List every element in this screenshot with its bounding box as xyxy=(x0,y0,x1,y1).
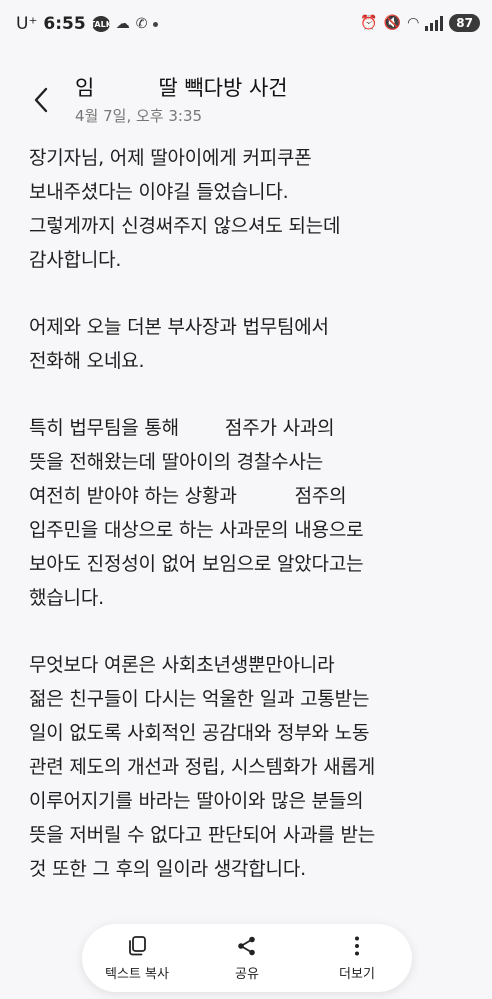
signal-icon xyxy=(425,15,444,31)
paragraph-1: 장기자님, 어제 딸아이에게 커피쿠폰 보내주셨다는 이야길 들었습니다. 그렇… xyxy=(29,141,469,277)
cloud-icon: ☁ xyxy=(115,16,130,32)
status-right: ⏰ 🔇 ◠ 87 xyxy=(360,14,480,32)
copy-text-button[interactable]: 텍스트 복사 xyxy=(87,935,187,982)
title-end: 딸 빽다방 사건 xyxy=(158,76,288,100)
text-line: 감사합니다. xyxy=(29,249,122,271)
text-line: 젊은 친구들이 다시는 억울한 일과 고통받는 xyxy=(29,688,370,710)
copy-text-label: 텍스트 복사 xyxy=(105,966,169,982)
paragraph-3: 특히 법무팀을 통해 점주가 사과의 뜻을 전해왔는데 딸아이의 경찰수사는 여전… xyxy=(29,411,469,615)
status-left: U⁺ 6:55 TALK ☁ ✆ xyxy=(16,14,159,34)
redacted-area xyxy=(94,78,158,100)
text-line: 전화해 오네요. xyxy=(29,350,145,372)
status-time: 6:55 xyxy=(43,14,86,34)
more-label: 더보기 xyxy=(339,966,375,982)
wifi-icon: ◠ xyxy=(407,15,420,31)
paragraph-4: 무엇보다 여론은 사회초년생뿐만아니라 젊은 친구들이 다시는 억울한 일과 고… xyxy=(29,648,469,886)
title-start: 임 xyxy=(75,76,95,100)
text-line: 보아도 진정성이 없어 보임으로 알았다고는 xyxy=(29,553,364,575)
share-icon xyxy=(238,936,255,955)
text-line: 무엇보다 여론은 사회초년생뿐만아니라 xyxy=(29,654,335,676)
text-segment: 여전히 받아야 하는 상황과 xyxy=(29,485,237,507)
text-line: 특히 법무팀을 통해 점주가 사과의 xyxy=(29,411,469,445)
more-vertical-icon xyxy=(355,936,359,955)
copy-icon xyxy=(129,935,146,955)
page-title: 임 딸 빽다방 사건 xyxy=(75,72,288,102)
chevron-left-icon xyxy=(34,87,48,113)
text-segment: 점주의 xyxy=(294,485,347,507)
note-header: 임 딸 빽다방 사건 4월 7일, 오후 3:35 xyxy=(0,56,492,136)
battery-badge: 87 xyxy=(449,14,480,32)
text-line: 그렇게까지 신경써주지 않으셔도 되는데 xyxy=(29,215,341,237)
mute-icon: 🔇 xyxy=(383,15,402,31)
text-line: 일이 없도록 사회적인 공감대와 정부와 노동 xyxy=(29,722,370,744)
status-bar: U⁺ 6:55 TALK ☁ ✆ ⏰ 🔇 ◠ 87 xyxy=(0,0,492,56)
share-button[interactable]: 공유 xyxy=(197,935,297,982)
text-line: 이루어지기를 바라는 딸아이와 많은 분들의 xyxy=(29,790,364,812)
bottom-toolbar: 텍스트 복사 공유 더보기 xyxy=(82,924,412,992)
share-label: 공유 xyxy=(235,966,259,982)
text-line: 여전히 받아야 하는 상황과 점주의 xyxy=(29,479,469,513)
paragraph-2: 어제와 오늘 더본 부사장과 법무팀에서 전화해 오네요. xyxy=(29,310,469,378)
alarm-icon: ⏰ xyxy=(360,15,378,31)
text-line: 관련 제도의 개선과 정립, 시스템화가 새롭게 xyxy=(29,756,376,778)
text-segment: 점주가 사과의 xyxy=(224,417,335,439)
carrier-label: U⁺ xyxy=(16,14,38,34)
timestamp: 4월 7일, 오후 3:35 xyxy=(75,107,203,125)
phone-icon: ✆ xyxy=(135,16,148,32)
kakaotalk-icon: TALK xyxy=(90,16,112,32)
text-line: 뜻을 전해왔는데 딸아이의 경찰수사는 xyxy=(29,451,323,473)
more-button[interactable]: 더보기 xyxy=(307,935,407,982)
text-line: 것 또한 그 후의 일이라 생각합니다. xyxy=(29,858,306,880)
text-line: 입주민을 대상으로 하는 사과문의 내용으로 xyxy=(29,519,364,541)
text-line: 뜻을 저버릴 수 없다고 판단되어 사과를 받는 xyxy=(29,824,376,846)
text-line: 했습니다. xyxy=(29,587,104,609)
text-segment: 특히 법무팀을 통해 xyxy=(29,417,179,439)
text-line: 보내주셨다는 이야길 들었습니다. xyxy=(29,181,289,203)
text-line: 장기자님, 어제 딸아이에게 커피쿠폰 xyxy=(29,147,312,169)
text-line: 어제와 오늘 더본 부사장과 법무팀에서 xyxy=(29,316,329,338)
back-button[interactable] xyxy=(28,84,56,116)
notification-dot-icon xyxy=(153,21,159,27)
note-body: 장기자님, 어제 딸아이에게 커피쿠폰 보내주셨다는 이야길 들었습니다. 그렇… xyxy=(29,141,469,919)
